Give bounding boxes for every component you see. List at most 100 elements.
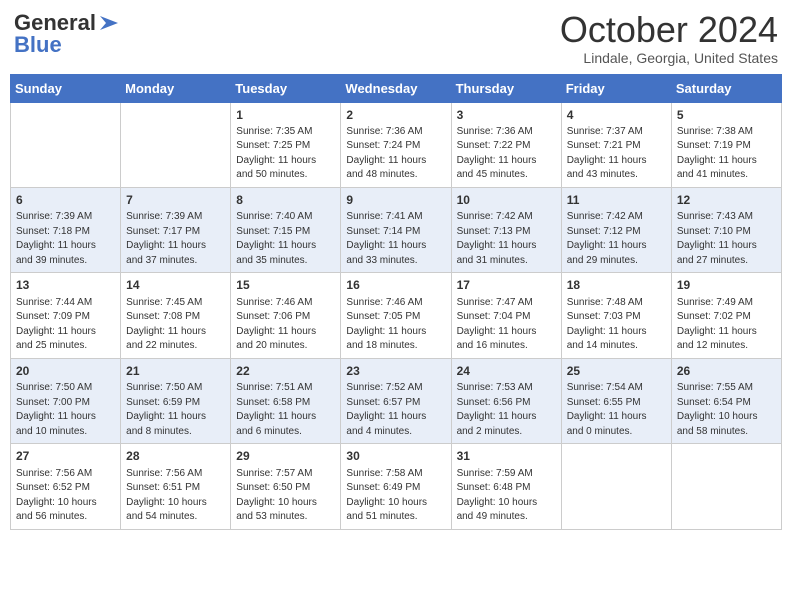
- daylight-text: Daylight: 11 hours and 33 minutes.: [346, 239, 445, 268]
- daylight-text: Daylight: 11 hours and 43 minutes.: [567, 154, 666, 183]
- sunrise-text: Sunrise: 7:42 AM: [457, 210, 556, 225]
- day-number: 20: [16, 363, 115, 380]
- day-cell: 4Sunrise: 7:37 AMSunset: 7:21 PMDaylight…: [561, 102, 671, 187]
- sunset-text: Sunset: 7:05 PM: [346, 310, 445, 325]
- day-cell: 6Sunrise: 7:39 AMSunset: 7:18 PMDaylight…: [11, 187, 121, 272]
- day-cell: 12Sunrise: 7:43 AMSunset: 7:10 PMDayligh…: [671, 187, 781, 272]
- sunset-text: Sunset: 7:18 PM: [16, 225, 115, 240]
- daylight-text: Daylight: 11 hours and 27 minutes.: [677, 239, 776, 268]
- daylight-text: Daylight: 11 hours and 31 minutes.: [457, 239, 556, 268]
- week-row-3: 13Sunrise: 7:44 AMSunset: 7:09 PMDayligh…: [11, 273, 782, 358]
- daylight-text: Daylight: 11 hours and 39 minutes.: [16, 239, 115, 268]
- day-cell: 10Sunrise: 7:42 AMSunset: 7:13 PMDayligh…: [451, 187, 561, 272]
- sunrise-text: Sunrise: 7:55 AM: [677, 381, 776, 396]
- sunset-text: Sunset: 6:51 PM: [126, 481, 225, 496]
- sunset-text: Sunset: 6:55 PM: [567, 396, 666, 411]
- daylight-text: Daylight: 11 hours and 45 minutes.: [457, 154, 556, 183]
- sunset-text: Sunset: 7:15 PM: [236, 225, 335, 240]
- month-title: October 2024: [560, 10, 778, 50]
- day-cell: 14Sunrise: 7:45 AMSunset: 7:08 PMDayligh…: [121, 273, 231, 358]
- sunset-text: Sunset: 7:10 PM: [677, 225, 776, 240]
- daylight-text: Daylight: 11 hours and 12 minutes.: [677, 325, 776, 354]
- sunset-text: Sunset: 7:08 PM: [126, 310, 225, 325]
- day-cell: 25Sunrise: 7:54 AMSunset: 6:55 PMDayligh…: [561, 358, 671, 443]
- week-row-4: 20Sunrise: 7:50 AMSunset: 7:00 PMDayligh…: [11, 358, 782, 443]
- logo-text-block: General Blue: [14, 10, 120, 58]
- daylight-text: Daylight: 11 hours and 18 minutes.: [346, 325, 445, 354]
- sunset-text: Sunset: 7:24 PM: [346, 139, 445, 154]
- day-number: 15: [236, 277, 335, 294]
- daylight-text: Daylight: 10 hours and 49 minutes.: [457, 496, 556, 525]
- header: General Blue October 2024 Lindale, Georg…: [10, 10, 782, 66]
- day-cell: 3Sunrise: 7:36 AMSunset: 7:22 PMDaylight…: [451, 102, 561, 187]
- header-sunday: Sunday: [11, 74, 121, 102]
- sunset-text: Sunset: 7:03 PM: [567, 310, 666, 325]
- sunrise-text: Sunrise: 7:46 AM: [236, 296, 335, 311]
- sunrise-text: Sunrise: 7:38 AM: [677, 125, 776, 140]
- day-cell: 29Sunrise: 7:57 AMSunset: 6:50 PMDayligh…: [231, 444, 341, 529]
- week-row-5: 27Sunrise: 7:56 AMSunset: 6:52 PMDayligh…: [11, 444, 782, 529]
- daylight-text: Daylight: 11 hours and 37 minutes.: [126, 239, 225, 268]
- sunrise-text: Sunrise: 7:48 AM: [567, 296, 666, 311]
- sunrise-text: Sunrise: 7:39 AM: [16, 210, 115, 225]
- day-number: 2: [346, 107, 445, 124]
- day-cell: [121, 102, 231, 187]
- sunset-text: Sunset: 7:25 PM: [236, 139, 335, 154]
- day-number: 17: [457, 277, 556, 294]
- day-cell: [561, 444, 671, 529]
- day-cell: 19Sunrise: 7:49 AMSunset: 7:02 PMDayligh…: [671, 273, 781, 358]
- day-cell: 21Sunrise: 7:50 AMSunset: 6:59 PMDayligh…: [121, 358, 231, 443]
- sunrise-text: Sunrise: 7:50 AM: [16, 381, 115, 396]
- sunrise-text: Sunrise: 7:46 AM: [346, 296, 445, 311]
- header-monday: Monday: [121, 74, 231, 102]
- sunset-text: Sunset: 7:19 PM: [677, 139, 776, 154]
- sunrise-text: Sunrise: 7:43 AM: [677, 210, 776, 225]
- sunrise-text: Sunrise: 7:45 AM: [126, 296, 225, 311]
- day-number: 16: [346, 277, 445, 294]
- day-cell: 7Sunrise: 7:39 AMSunset: 7:17 PMDaylight…: [121, 187, 231, 272]
- daylight-text: Daylight: 11 hours and 4 minutes.: [346, 410, 445, 439]
- day-number: 13: [16, 277, 115, 294]
- logo-blue: Blue: [14, 32, 62, 58]
- daylight-text: Daylight: 11 hours and 50 minutes.: [236, 154, 335, 183]
- daylight-text: Daylight: 11 hours and 25 minutes.: [16, 325, 115, 354]
- day-number: 19: [677, 277, 776, 294]
- daylight-text: Daylight: 11 hours and 10 minutes.: [16, 410, 115, 439]
- sunrise-text: Sunrise: 7:50 AM: [126, 381, 225, 396]
- day-cell: 11Sunrise: 7:42 AMSunset: 7:12 PMDayligh…: [561, 187, 671, 272]
- sunrise-text: Sunrise: 7:40 AM: [236, 210, 335, 225]
- sunset-text: Sunset: 6:59 PM: [126, 396, 225, 411]
- day-number: 22: [236, 363, 335, 380]
- sunset-text: Sunset: 7:00 PM: [16, 396, 115, 411]
- daylight-text: Daylight: 11 hours and 20 minutes.: [236, 325, 335, 354]
- sunset-text: Sunset: 7:09 PM: [16, 310, 115, 325]
- sunset-text: Sunset: 7:22 PM: [457, 139, 556, 154]
- daylight-text: Daylight: 11 hours and 16 minutes.: [457, 325, 556, 354]
- daylight-text: Daylight: 10 hours and 51 minutes.: [346, 496, 445, 525]
- title-section: October 2024 Lindale, Georgia, United St…: [560, 10, 778, 66]
- daylight-text: Daylight: 10 hours and 56 minutes.: [16, 496, 115, 525]
- day-cell: 27Sunrise: 7:56 AMSunset: 6:52 PMDayligh…: [11, 444, 121, 529]
- sunset-text: Sunset: 7:02 PM: [677, 310, 776, 325]
- day-number: 14: [126, 277, 225, 294]
- daylight-text: Daylight: 11 hours and 8 minutes.: [126, 410, 225, 439]
- sunset-text: Sunset: 6:57 PM: [346, 396, 445, 411]
- day-number: 5: [677, 107, 776, 124]
- sunset-text: Sunset: 6:52 PM: [16, 481, 115, 496]
- sunrise-text: Sunrise: 7:56 AM: [16, 467, 115, 482]
- header-tuesday: Tuesday: [231, 74, 341, 102]
- day-number: 24: [457, 363, 556, 380]
- day-cell: 23Sunrise: 7:52 AMSunset: 6:57 PMDayligh…: [341, 358, 451, 443]
- day-number: 21: [126, 363, 225, 380]
- sunrise-text: Sunrise: 7:51 AM: [236, 381, 335, 396]
- day-cell: 26Sunrise: 7:55 AMSunset: 6:54 PMDayligh…: [671, 358, 781, 443]
- sunrise-text: Sunrise: 7:52 AM: [346, 381, 445, 396]
- daylight-text: Daylight: 10 hours and 54 minutes.: [126, 496, 225, 525]
- header-thursday: Thursday: [451, 74, 561, 102]
- sunset-text: Sunset: 7:14 PM: [346, 225, 445, 240]
- day-cell: [11, 102, 121, 187]
- day-number: 1: [236, 107, 335, 124]
- daylight-text: Daylight: 11 hours and 35 minutes.: [236, 239, 335, 268]
- sunrise-text: Sunrise: 7:41 AM: [346, 210, 445, 225]
- day-number: 29: [236, 448, 335, 465]
